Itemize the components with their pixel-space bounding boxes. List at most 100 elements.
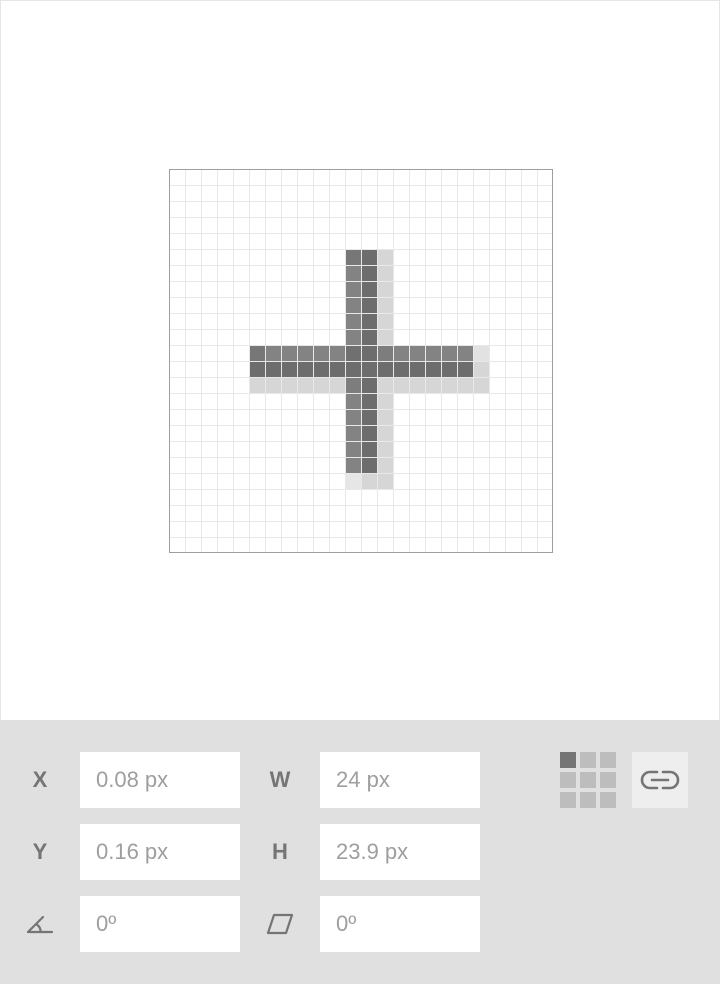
pixel-shadow <box>249 377 265 393</box>
pixel-dark <box>345 281 361 297</box>
pixel-dark <box>313 345 329 361</box>
pixel-dark <box>345 297 361 313</box>
pixel-dark <box>345 249 361 265</box>
pixel-dark <box>297 345 313 361</box>
pixel-dark <box>409 361 425 377</box>
pixel-shadow <box>425 377 441 393</box>
alignment-cell[interactable] <box>560 792 576 808</box>
pixel-dark <box>345 329 361 345</box>
pixel-dark <box>345 393 361 409</box>
pixel-dark <box>345 345 361 361</box>
pixel-dark <box>249 345 265 361</box>
alignment-cell[interactable] <box>560 752 576 768</box>
pixel-dark <box>249 361 265 377</box>
pixel-shadow <box>377 249 393 265</box>
pixel-shadow <box>377 297 393 313</box>
pixel-dark <box>457 345 473 361</box>
pixel-dark <box>361 249 377 265</box>
pixel-dark <box>361 281 377 297</box>
pixel-dark <box>345 457 361 473</box>
alignment-grid-icon[interactable] <box>560 752 616 808</box>
rotation-field[interactable]: 0º <box>80 896 240 952</box>
x-label: X <box>32 767 48 792</box>
pixel-shadow <box>473 377 489 393</box>
alignment-cell[interactable] <box>580 792 596 808</box>
pixel-shadow <box>281 377 297 393</box>
pixel-shadow <box>313 377 329 393</box>
pixel-dark <box>361 377 377 393</box>
pixel-shadow <box>441 377 457 393</box>
pixel-shadow <box>377 473 393 489</box>
pixel-shadow <box>377 425 393 441</box>
pixel-dark <box>281 345 297 361</box>
pixel-shadow <box>377 441 393 457</box>
pixel-dark <box>265 345 281 361</box>
pixel-dark <box>345 313 361 329</box>
pixel-dark <box>345 377 361 393</box>
y-field[interactable]: 0.16 px <box>80 824 240 880</box>
pixel-shadow <box>377 329 393 345</box>
pixel-shadow <box>377 281 393 297</box>
pixel-shadow <box>329 377 345 393</box>
pixel-grid-artboard[interactable] <box>169 169 553 553</box>
pixel-dark <box>425 361 441 377</box>
pixel-shadow <box>473 345 489 361</box>
pixel-shadow <box>377 393 393 409</box>
pixel-shadow <box>377 457 393 473</box>
pixel-shadow <box>377 313 393 329</box>
alignment-cell[interactable] <box>580 772 596 788</box>
pixel-dark <box>361 361 377 377</box>
link-proportions-button[interactable] <box>632 752 688 808</box>
pixel-dark <box>361 345 377 361</box>
pixel-shadow <box>377 377 393 393</box>
pixel-shadow <box>377 409 393 425</box>
pixel-dark <box>377 345 393 361</box>
pixel-dark <box>361 409 377 425</box>
x-field[interactable]: 0.08 px <box>80 752 240 808</box>
skew-icon <box>260 896 300 952</box>
alignment-cell[interactable] <box>560 772 576 788</box>
rotation-angle-icon <box>20 896 60 952</box>
pixel-dark <box>345 441 361 457</box>
pixel-dark <box>361 329 377 345</box>
pixel-dark <box>329 345 345 361</box>
pixel-dark <box>297 361 313 377</box>
pixel-dark <box>281 361 297 377</box>
h-label: H <box>272 839 288 864</box>
pixel-dark <box>313 361 329 377</box>
pixel-dark <box>457 361 473 377</box>
alignment-cell[interactable] <box>600 792 616 808</box>
pixel-shadow <box>377 265 393 281</box>
pixel-dark <box>361 457 377 473</box>
alignment-cell[interactable] <box>600 752 616 768</box>
pixel-shadow <box>265 377 281 393</box>
y-label: Y <box>32 839 48 864</box>
pixel-dark <box>409 345 425 361</box>
pixel-dark <box>361 441 377 457</box>
plus-icon <box>169 169 553 553</box>
transform-panel: X 0.08 px W 24 px Y 0.16 px H 23.9 px 0º… <box>0 720 720 984</box>
skew-field[interactable]: 0º <box>320 896 480 952</box>
pixel-dark <box>441 345 457 361</box>
pixel-shadow <box>473 361 489 377</box>
pixel-dark <box>345 361 361 377</box>
pixel-shadow <box>361 473 377 489</box>
pixel-dark <box>441 361 457 377</box>
pixel-dark <box>361 297 377 313</box>
pixel-dark <box>345 425 361 441</box>
pixel-dark <box>425 345 441 361</box>
alignment-cell[interactable] <box>580 752 596 768</box>
canvas-area <box>0 0 720 720</box>
height-field[interactable]: 23.9 px <box>320 824 480 880</box>
link-proportions-icon <box>640 770 680 790</box>
alignment-cell[interactable] <box>600 772 616 788</box>
pixel-dark <box>377 361 393 377</box>
pixel-dark <box>361 393 377 409</box>
pixel-shadow <box>393 377 409 393</box>
pixel-dark <box>393 345 409 361</box>
pixel-shadow <box>297 377 313 393</box>
pixel-dark <box>345 265 361 281</box>
width-field[interactable]: 24 px <box>320 752 480 808</box>
pixel-dark <box>361 313 377 329</box>
w-label: W <box>269 767 291 792</box>
